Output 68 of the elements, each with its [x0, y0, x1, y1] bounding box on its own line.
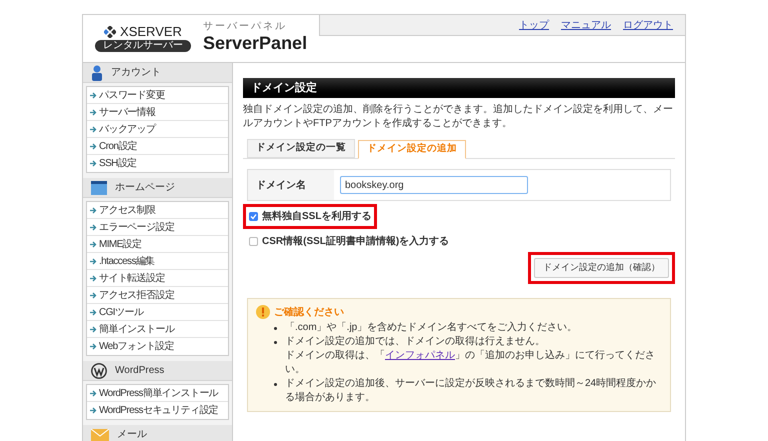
sidebar-item[interactable]: WordPress簡単インストール	[87, 385, 228, 402]
arrow-icon	[90, 343, 97, 350]
wordpress-logo-icon	[91, 362, 107, 378]
panel-title: ServerPanel	[203, 32, 308, 55]
field-label: ドメイン名	[248, 170, 334, 200]
sidebar-item[interactable]: .htaccess編集	[87, 253, 228, 270]
arrow-icon	[90, 160, 97, 167]
sidebar-item[interactable]: アクセス制限	[87, 202, 228, 219]
notice-text: 「.com」や「.jp」を含めたドメイン名すべてをご入力ください。	[285, 320, 578, 334]
person-icon	[91, 64, 103, 80]
sidebar-item[interactable]: Cron設定	[87, 138, 228, 155]
arrow-icon	[90, 108, 97, 116]
sidebar-item[interactable]: サーバー情報	[87, 104, 228, 121]
exclamation-icon	[256, 305, 270, 319]
tab[interactable]: ドメイン設定の一覧	[247, 139, 355, 158]
bullet-icon	[274, 326, 277, 330]
arrow-icon	[90, 390, 97, 396]
arrow-icon	[90, 240, 97, 248]
arrow-icon	[90, 292, 97, 298]
arrow-icon	[90, 407, 97, 414]
sidebar-item[interactable]: サイト転送設定	[87, 270, 228, 287]
nav-link[interactable]: マニュアル	[561, 18, 611, 32]
sidebar-item[interactable]: MIME設定	[87, 236, 228, 253]
window-icon	[91, 180, 107, 194]
sidebar-item[interactable]: WordPressセキュリティ設定	[87, 402, 228, 419]
sidebar-item[interactable]: バックアップ	[87, 121, 228, 138]
brand-name: XSERVER	[120, 25, 182, 38]
arrow-icon	[90, 142, 97, 150]
nav-link[interactable]: ログアウト	[623, 18, 673, 32]
checkbox[interactable]	[249, 237, 258, 246]
arrow-icon	[90, 258, 97, 264]
page-title: ドメイン設定	[251, 80, 317, 96]
sidebar-item[interactable]: パスワード変更	[87, 87, 228, 104]
section-title: ホームページ	[115, 181, 175, 195]
sidebar-item[interactable]: アクセス拒否設定	[87, 287, 228, 304]
section-title: WordPress	[115, 364, 164, 378]
envelope-icon	[91, 428, 109, 440]
checkbox-option[interactable]: CSR情報(SSL証明書申請情報)を入力する	[243, 229, 456, 254]
bullet-icon	[274, 340, 277, 344]
checkbox[interactable]	[249, 212, 258, 221]
arrow-icon	[90, 206, 97, 214]
description-text: 独自ドメイン設定の追加、削除を行うことができます。追加したドメイン設定を利用して、メールアカウントやFTPアカウントを作成することができます。	[243, 103, 674, 131]
notice-title: ご確認ください	[274, 306, 344, 320]
panel-kana: サーバーパネル	[203, 22, 288, 32]
section-title: アカウント	[111, 66, 161, 80]
arrow-icon	[90, 92, 97, 98]
arrow-icon	[90, 308, 97, 316]
diamond-logo-icon	[104, 26, 116, 38]
sidebar-item[interactable]: 簡単インストール	[87, 321, 228, 338]
arrow-icon	[90, 224, 97, 230]
info-panel-link[interactable]: インフォパネル	[385, 350, 455, 360]
sidebar-item[interactable]: Webフォント設定	[87, 338, 228, 355]
arrow-icon	[90, 274, 97, 282]
submit-button[interactable]: ドメイン設定の追加（確認）	[528, 252, 675, 284]
sidebar-item[interactable]: CGIツール	[87, 304, 228, 321]
sidebar-item[interactable]: SSH設定	[87, 155, 228, 172]
section-title: メール	[117, 428, 147, 441]
nav-link[interactable]: トップ	[519, 18, 549, 32]
notice-text: ドメインの取得は、「インフォパネル」の「追加のお申し込み」にて行ってください。	[285, 348, 656, 376]
notice-text: ドメイン設定の追加後、サーバーに設定が反映されるまで数時間～24時間程度かかる場合があります。	[285, 376, 658, 404]
notice-text: ドメイン設定の追加では、ドメインの取得は行えません。	[285, 334, 546, 348]
domain-input[interactable]: bookskey.org	[340, 176, 528, 194]
checkbox-option[interactable]: 無料独自SSLを利用する	[243, 204, 378, 229]
bullet-icon	[274, 382, 277, 386]
brand-badge: レンタルサーバー	[95, 40, 191, 52]
arrow-icon	[90, 326, 97, 332]
arrow-icon	[90, 126, 97, 132]
sidebar-item[interactable]: エラーページ設定	[87, 219, 228, 236]
